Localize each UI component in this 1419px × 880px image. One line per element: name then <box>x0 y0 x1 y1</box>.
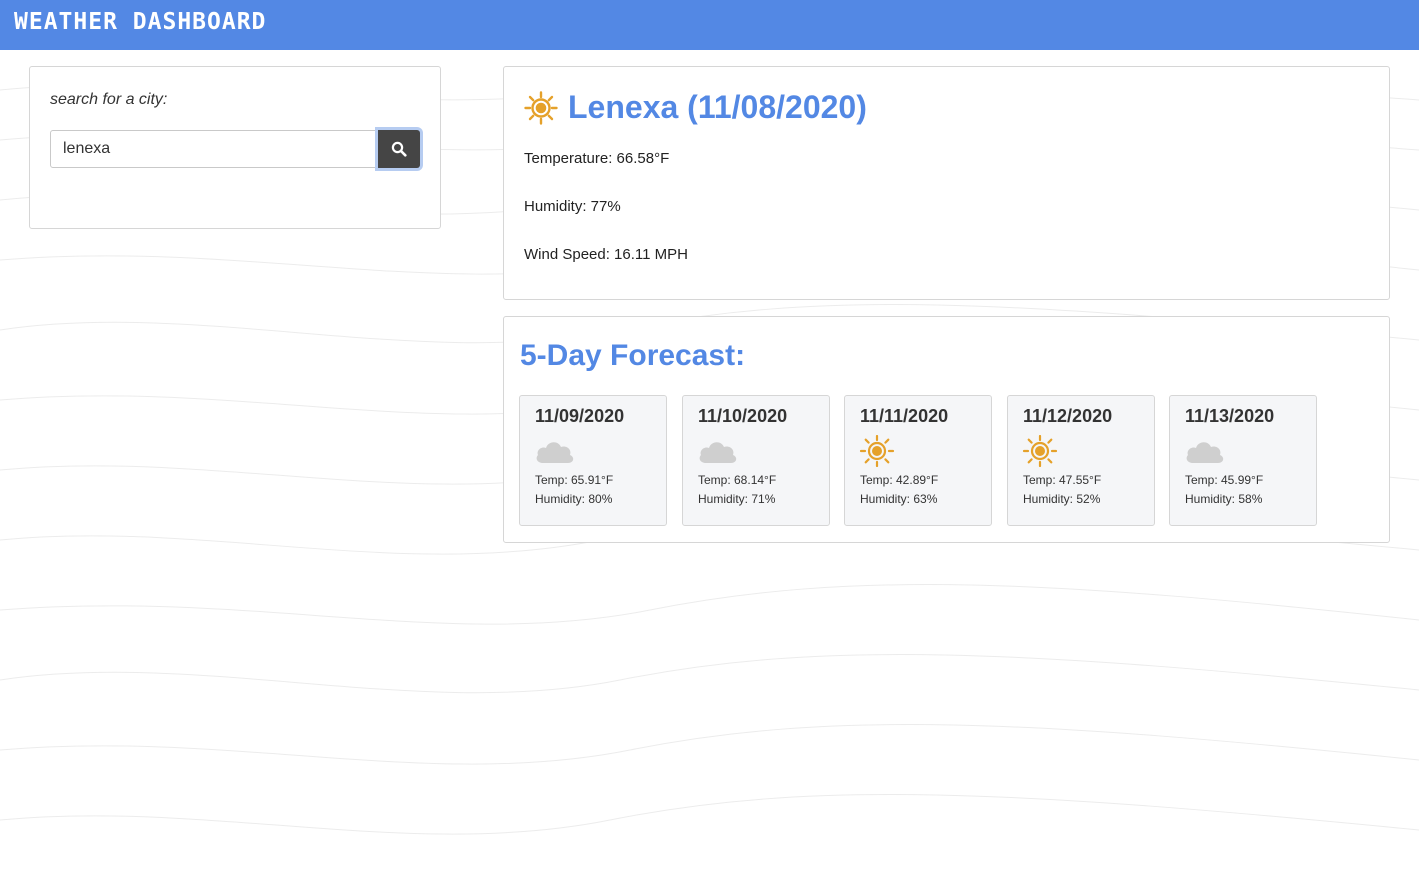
forecast-card-day-4: 11/12/2020 Temp: 47.55°F Humidity: 52% <box>1007 395 1155 526</box>
current-humidity: Humidity: 77% <box>524 198 621 215</box>
forecast-date: 11/11/2020 <box>860 406 949 426</box>
search-icon <box>391 141 407 157</box>
current-temperature: Temperature: 66.58°F <box>524 150 670 167</box>
search-panel: search for a city: <box>29 66 441 229</box>
forecast-date: 11/10/2020 <box>698 406 788 426</box>
search-button[interactable] <box>378 130 420 168</box>
forecast-temp: Temp: 68.14°F <box>698 473 777 487</box>
cloud-icon <box>536 442 574 463</box>
forecast-humidity: Humidity: 58% <box>1185 492 1263 506</box>
current-wind-speed: Wind Speed: 16.11 MPH <box>524 246 688 263</box>
sun-icon <box>859 435 895 467</box>
cloud-icon <box>699 442 737 463</box>
city-search-input[interactable] <box>50 130 378 168</box>
cloud-icon <box>1186 442 1224 463</box>
forecast-humidity: Humidity: 71% <box>698 492 776 506</box>
current-city-title: Lenexa (11/08/2020) <box>568 89 867 125</box>
forecast-temp: Temp: 42.89°F <box>860 473 939 487</box>
forecast-humidity: Humidity: 80% <box>535 492 613 506</box>
forecast-date: 11/09/2020 <box>535 406 625 426</box>
forecast-card-day-5: 11/13/2020 Temp: 45.99°F Humidity: 58% <box>1169 395 1317 526</box>
sun-icon <box>1022 435 1058 467</box>
current-weather-panel: Lenexa (11/08/2020) Temperature: 66.58°F… <box>503 66 1390 300</box>
forecast-title: 5-Day Forecast: <box>520 339 746 372</box>
forecast-date: 11/13/2020 <box>1185 406 1275 426</box>
forecast-card-day-2: 11/10/2020 Temp: 68.14°F Humidity: 71% <box>682 395 830 526</box>
current-weather-heading: Lenexa (11/08/2020) <box>524 89 867 126</box>
search-label: search for a city: <box>50 91 168 108</box>
forecast-panel: 5-Day Forecast: 11/09/2020 Temp: 65.91°F… <box>503 316 1390 543</box>
forecast-humidity: Humidity: 63% <box>860 492 938 506</box>
header-bar: WEATHER DASHBOARD <box>0 0 1419 50</box>
page-title: WEATHER DASHBOARD <box>14 9 267 35</box>
forecast-temp: Temp: 65.91°F <box>535 473 614 487</box>
forecast-date: 11/12/2020 <box>1023 406 1113 426</box>
forecast-card-day-1: 11/09/2020 Temp: 65.91°F Humidity: 80% <box>519 395 667 526</box>
forecast-humidity: Humidity: 52% <box>1023 492 1101 506</box>
sun-icon <box>524 90 558 125</box>
forecast-temp: Temp: 45.99°F <box>1185 473 1264 487</box>
forecast-card-day-3: 11/11/2020 Temp: 42.89°F Humidity: 63% <box>844 395 992 526</box>
forecast-temp: Temp: 47.55°F <box>1023 473 1102 487</box>
